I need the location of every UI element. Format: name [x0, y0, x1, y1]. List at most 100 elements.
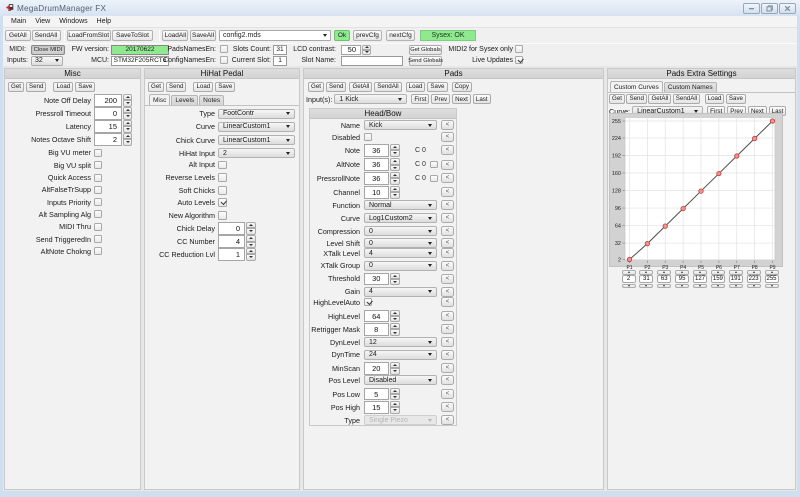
- copy-button[interactable]: Copy: [452, 82, 472, 92]
- save-button[interactable]: Save: [215, 82, 235, 92]
- type-combo[interactable]: FootContr: [218, 109, 295, 119]
- spinner-up-button[interactable]: [657, 270, 671, 275]
- sendall-button[interactable]: SendAll: [374, 82, 401, 92]
- prevcfg-button[interactable]: prevCfg: [353, 30, 382, 41]
- point-value-P5[interactable]: 127: [693, 275, 707, 283]
- spinner-down-button[interactable]: [123, 100, 132, 106]
- tab-custom-curves[interactable]: Custom Curves: [610, 81, 663, 92]
- pos-low-copy-left-button[interactable]: <: [441, 389, 454, 399]
- minscan-value[interactable]: 20: [364, 362, 389, 375]
- minimize-button[interactable]: [743, 3, 760, 14]
- spinner-down-button[interactable]: [246, 242, 256, 248]
- nextcfg-button[interactable]: nextCfg: [386, 30, 415, 41]
- curve-copy-left-button[interactable]: <: [441, 213, 454, 223]
- config-file-combo[interactable]: config2.mds: [219, 30, 331, 41]
- save-button[interactable]: Save: [726, 94, 746, 104]
- curve-point-P7[interactable]: [735, 154, 739, 158]
- get-button[interactable]: Get: [148, 82, 164, 92]
- load-button[interactable]: Load: [705, 94, 725, 104]
- curve-point-P2[interactable]: [645, 241, 649, 245]
- highlevelauto-checkbox[interactable]: [364, 298, 372, 306]
- tab-notes[interactable]: Notes: [199, 95, 224, 105]
- pos-low-value[interactable]: 5: [364, 388, 389, 401]
- gain-copy-left-button[interactable]: <: [441, 287, 454, 297]
- get-button[interactable]: Get: [8, 82, 24, 92]
- function-combo[interactable]: Normal: [364, 200, 437, 210]
- current-slot-field[interactable]: 1: [273, 56, 287, 66]
- saveall-button[interactable]: SaveAll: [190, 30, 216, 41]
- save-button[interactable]: Save: [427, 82, 447, 92]
- curve-combo[interactable]: Log1Custom2: [364, 213, 437, 223]
- spinner-down-button[interactable]: [123, 139, 132, 145]
- curve-point-P4[interactable]: [681, 206, 685, 210]
- disabled-copy-left-button[interactable]: <: [441, 132, 454, 142]
- name-combo[interactable]: Kick: [364, 120, 437, 130]
- load-button[interactable]: Load: [53, 82, 73, 92]
- get-button[interactable]: Get: [609, 94, 625, 104]
- hihat-input-combo[interactable]: 2: [218, 148, 295, 158]
- new-algorithm-checkbox[interactable]: [218, 211, 227, 220]
- live-updates-checkbox[interactable]: [515, 56, 523, 64]
- point-value-P4[interactable]: 95: [675, 275, 689, 283]
- spinner-up-button[interactable]: [675, 270, 689, 275]
- point-value-P9[interactable]: 255: [765, 275, 779, 283]
- disabled-checkbox[interactable]: [364, 133, 372, 141]
- latency-value[interactable]: 15: [94, 120, 122, 133]
- load-button[interactable]: Load: [406, 82, 426, 92]
- pos-high-copy-left-button[interactable]: <: [441, 402, 454, 412]
- sendall-button[interactable]: SendAll: [673, 94, 700, 104]
- xtalk-level-copy-left-button[interactable]: <: [441, 248, 454, 258]
- prev-button[interactable]: Prev: [431, 94, 450, 104]
- spinner-down-button[interactable]: [390, 178, 400, 184]
- send-button[interactable]: Send: [26, 82, 46, 92]
- lcd-contrast-value[interactable]: 50: [341, 45, 361, 55]
- spinner-up-button[interactable]: [693, 270, 707, 275]
- spinner-down-button[interactable]: [390, 407, 400, 413]
- spinner-up-button[interactable]: [639, 270, 653, 275]
- close-midi-button[interactable]: Close MIDI: [31, 45, 65, 55]
- notes-octave-shift-value[interactable]: 2: [94, 133, 122, 146]
- send-button[interactable]: Send: [626, 94, 646, 104]
- slot-name-field[interactable]: [341, 56, 403, 66]
- point-value-P2[interactable]: 31: [639, 275, 653, 283]
- spinner-down-button[interactable]: [390, 150, 400, 156]
- point-value-P3[interactable]: 63: [657, 275, 671, 283]
- last-button[interactable]: Last: [473, 94, 491, 104]
- channel-value[interactable]: 10: [364, 186, 389, 199]
- spinner-up-button[interactable]: [390, 273, 400, 279]
- spinner-down-button[interactable]: [390, 329, 400, 335]
- spinner-down-button[interactable]: [747, 284, 761, 289]
- spinner-down-button[interactable]: [390, 368, 400, 374]
- threshold-value[interactable]: 30: [364, 273, 389, 286]
- tab-levels[interactable]: Levels: [171, 95, 198, 105]
- spinner-down-button[interactable]: [639, 284, 653, 289]
- pad-input-combo[interactable]: 1 Kick: [334, 94, 407, 104]
- dynlevel-copy-left-button[interactable]: <: [441, 337, 454, 347]
- load-button[interactable]: Load: [193, 82, 213, 92]
- note-off-delay-value[interactable]: 200: [94, 94, 122, 107]
- soft-chicks-checkbox[interactable]: [218, 186, 227, 195]
- name-copy-left-button[interactable]: <: [441, 120, 454, 130]
- menu-main[interactable]: Main: [11, 18, 26, 25]
- dyntime-combo[interactable]: 24: [364, 350, 437, 360]
- highlevel-value[interactable]: 64: [364, 310, 389, 323]
- getall-button[interactable]: GetAll: [349, 82, 372, 92]
- send-triggeredin-checkbox[interactable]: [94, 235, 102, 243]
- compression-combo[interactable]: 0: [364, 226, 437, 236]
- spinner-up-button[interactable]: [246, 235, 256, 241]
- menu-windows[interactable]: Windows: [59, 18, 87, 25]
- first-button[interactable]: First: [411, 94, 429, 104]
- spinner-down-button[interactable]: [390, 316, 400, 322]
- loadfromslot-button[interactable]: LoadFromSlot: [67, 30, 111, 41]
- note-value[interactable]: 36: [364, 144, 389, 157]
- inputs-priority-checkbox[interactable]: [94, 198, 102, 206]
- getall-button[interactable]: GetAll: [5, 30, 31, 41]
- spinner-down-button[interactable]: [362, 50, 371, 55]
- spinner-up-button[interactable]: [729, 270, 743, 275]
- send-button[interactable]: Send: [326, 82, 346, 92]
- altnote-chokng-checkbox[interactable]: [94, 247, 102, 255]
- big-vu-split-checkbox[interactable]: [94, 161, 102, 169]
- channel-copy-left-button[interactable]: <: [441, 187, 454, 197]
- point-value-P6[interactable]: 159: [711, 275, 725, 283]
- dyntime-copy-left-button[interactable]: <: [441, 350, 454, 360]
